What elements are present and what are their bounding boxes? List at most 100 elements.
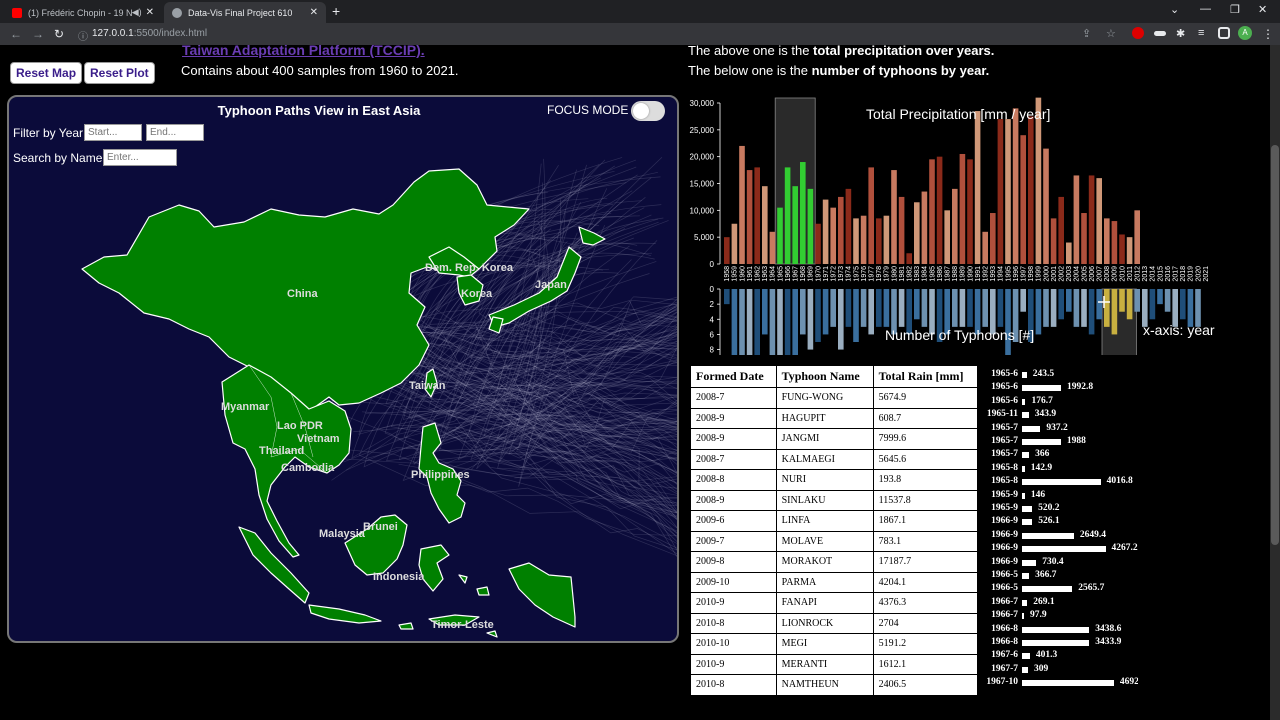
precip-bar[interactable] [777,207,783,264]
precip-bar[interactable] [807,188,814,264]
extension-red-icon[interactable] [1132,27,1144,39]
typhoon-bar[interactable] [784,289,791,355]
rain-bar[interactable] [1022,465,1025,472]
reset-plot-button[interactable]: Reset Plot [84,62,155,84]
share-icon[interactable]: ⇪ [1082,27,1091,40]
precip-bar[interactable] [868,167,874,264]
typhoon-bar[interactable] [1180,289,1186,320]
precip-bar[interactable] [906,253,912,264]
typhoon-bar[interactable] [754,289,760,355]
precip-bar[interactable] [1081,213,1087,264]
rain-bar-row[interactable]: 1967-10 4692 [978,677,1138,690]
rain-bar-row[interactable]: 1966-9 730.4 [978,557,1138,570]
precip-bar[interactable] [959,153,966,264]
precip-bar[interactable] [997,119,1004,264]
precip-bar[interactable] [739,145,745,264]
typhoon-bar[interactable] [967,289,973,327]
precip-bar[interactable] [898,196,905,264]
rain-bar-row[interactable]: 1965-7 937.2 [978,423,1138,436]
browser-tab-youtube[interactable]: (1) Frédéric Chopin - 19 No ◀) ✕ [4,2,162,23]
typhoon-bar[interactable] [724,289,730,305]
typhoon-bar[interactable] [739,289,745,355]
precip-bar[interactable] [936,156,943,264]
search-name-input[interactable] [103,149,177,166]
maximize-button[interactable]: ❐ [1230,3,1240,16]
precip-bar[interactable] [1111,221,1118,264]
precip-bar[interactable] [792,186,798,264]
rain-bar[interactable] [1022,398,1026,405]
table-row[interactable]: 2010-8 LIONROCK 2704 [690,612,978,634]
precip-bar[interactable] [762,186,768,264]
land-sulawesi[interactable] [418,544,450,592]
focus-mode-toggle[interactable] [631,101,665,121]
rain-bar[interactable] [1022,573,1030,579]
rain-bar[interactable] [1022,425,1041,432]
typhoon-bar[interactable] [982,289,988,327]
precip-bar[interactable] [929,159,935,264]
rain-bar[interactable] [1022,586,1073,593]
rain-bar-row[interactable]: 1967-7 309 [978,664,1138,677]
start-year-input[interactable] [84,124,142,141]
map-svg[interactable]: China Dem. Rep. Korea Korea Japan Taiwan… [9,97,677,641]
rain-bar[interactable] [1022,640,1090,646]
precip-bar[interactable] [845,188,852,264]
precip-bar[interactable] [1066,242,1072,264]
typhoon-bar[interactable] [830,289,836,327]
typhoon-bar[interactable] [762,289,768,335]
table-row[interactable]: 2010-8 NAMTHEUN 2406.5 [690,674,978,695]
rain-bar-list[interactable]: 1965-6 243.5 1965-6 1992.8 1965-6 176.7 1965-1… [978,365,1138,695]
typhoon-bar[interactable] [1126,289,1133,320]
rain-bar-row[interactable]: 1965-7 1988 [978,436,1138,449]
typhoon-bar[interactable] [952,289,958,327]
rain-bar-row[interactable]: 1966-7 269.1 [978,597,1138,610]
rain-bar-row[interactable]: 1965-8 142.9 [978,463,1138,476]
typhoon-bar[interactable] [868,289,874,335]
rain-bar[interactable] [1022,479,1101,486]
precip-bar[interactable] [914,202,920,264]
toggle-knob[interactable] [633,103,649,119]
new-tab-button[interactable]: + [332,3,340,19]
table-row[interactable]: 2008-9 JANGMI 7999.6 [690,428,978,450]
rain-bar[interactable] [1022,666,1029,673]
rain-bar-row[interactable]: 1966-5 366.7 [978,570,1138,583]
precip-bar[interactable] [838,196,844,264]
typhoon-bar[interactable] [792,289,798,355]
precip-typhoon-charts[interactable]: 30,000 25,000 20,000 15,000 10,000 5,000 0 1958… [688,95,1248,355]
precip-bar[interactable] [1012,108,1019,264]
rain-bar-row[interactable]: 1966-5 2565.7 [978,583,1138,596]
land-java[interactable] [308,604,382,624]
column-header[interactable]: Total Rain [mm] [872,365,978,388]
typhoon-bar[interactable] [1134,289,1140,312]
precip-bar[interactable] [1020,135,1026,264]
reload-icon[interactable]: ↻ [54,27,64,41]
table-row[interactable]: 2009-10 PARMA 4204.1 [690,571,978,593]
precip-bar[interactable] [830,207,836,264]
precip-bar[interactable] [1119,234,1125,264]
typhoon-bar[interactable] [1073,289,1080,327]
rain-bar-row[interactable]: 1966-9 2649.4 [978,530,1138,543]
precip-bar[interactable] [1058,196,1064,264]
table-row[interactable]: 2009-6 LINFA 1867.1 [690,510,978,532]
precip-bar[interactable] [746,170,753,264]
menu-icon[interactable]: ⋮ [1262,27,1274,41]
typhoon-bar[interactable] [1157,289,1163,305]
column-header[interactable]: Typhoon Name [775,365,874,388]
rain-bar[interactable] [1022,532,1074,539]
typhoon-bar[interactable] [1020,289,1026,312]
typhoon-bar[interactable] [1035,289,1042,335]
typhoon-bar[interactable] [815,289,821,342]
precip-bar[interactable] [967,159,973,264]
close-window-button[interactable]: ✕ [1258,3,1267,16]
rain-bar-row[interactable]: 1965-6 176.7 [978,396,1138,409]
close-tab-icon[interactable]: ✕ [146,7,154,18]
rain-bar-row[interactable]: 1966-7 97.9 [978,610,1138,623]
typhoon-bar[interactable] [860,289,867,327]
precip-bar[interactable] [891,170,897,264]
minimize-button[interactable]: — [1200,3,1211,15]
precip-bar[interactable] [1126,237,1133,264]
typhoon-bar[interactable] [883,289,890,327]
extension-icon[interactable] [1154,31,1166,36]
precip-bar[interactable] [1134,210,1140,264]
rain-bar[interactable] [1022,613,1024,620]
typhoon-bar[interactable] [777,289,783,355]
